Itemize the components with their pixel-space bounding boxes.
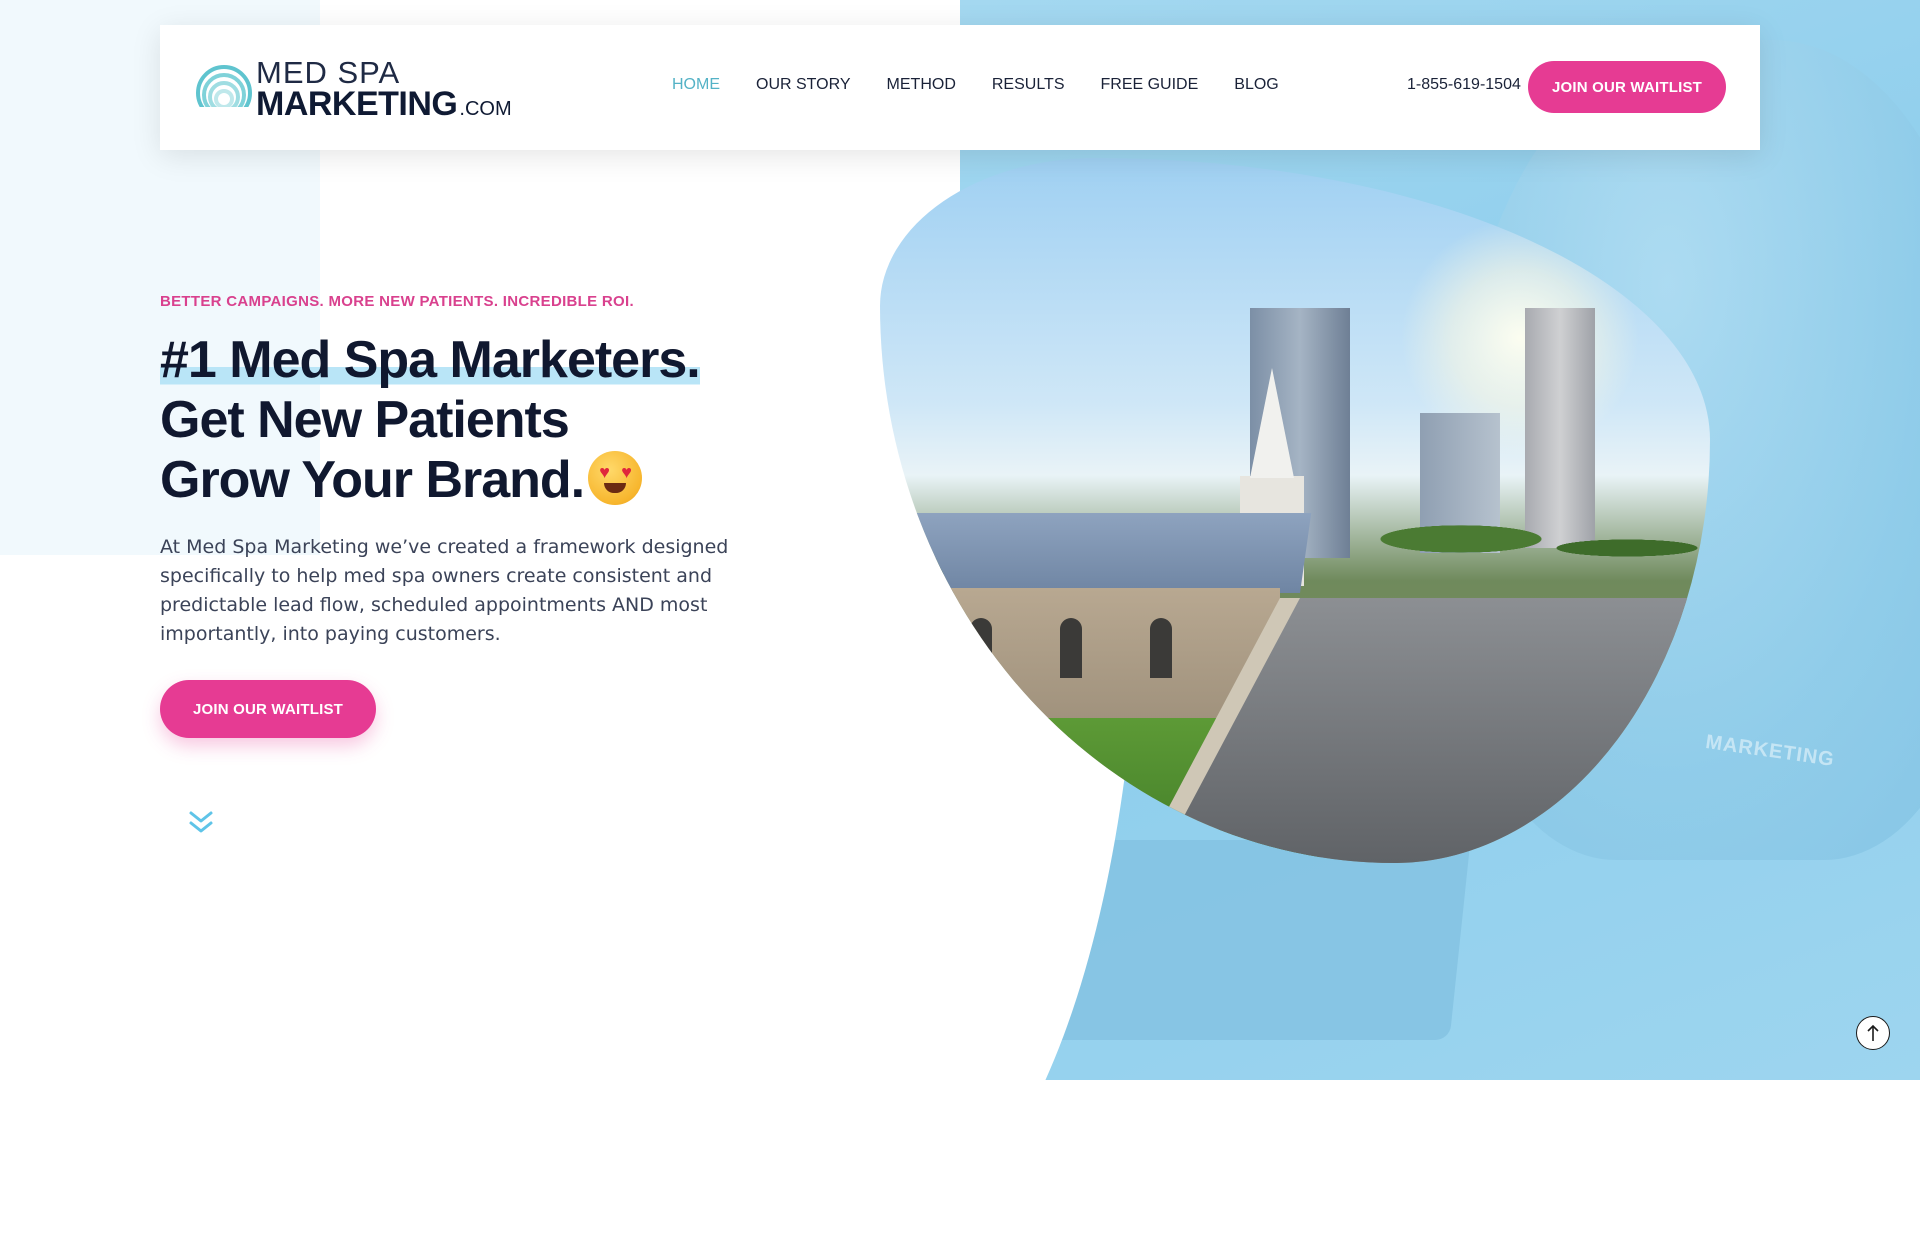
church-window [900, 618, 922, 678]
headline-line-2: Get New Patients [160, 391, 570, 449]
hero-description: At Med Spa Marketing we’ve created a fra… [160, 536, 729, 645]
church-window [1060, 618, 1082, 678]
hero-tagline: BETTER CAMPAIGNS. MORE NEW PATIENTS. INC… [160, 293, 634, 310]
city-aerial-image [880, 158, 1710, 863]
double-chevron-down-icon[interactable] [186, 808, 216, 838]
headline-line-3: Grow Your Brand. ♥ ♥ [160, 450, 700, 510]
logo-text-bottom: MARKETING .COM [256, 85, 512, 128]
nav-our-story[interactable]: OUR STORY [756, 75, 851, 95]
headline-line-3-text: Grow Your Brand. [160, 451, 585, 509]
arrow-up-icon [1867, 1024, 1879, 1041]
phone-link[interactable]: 1-855-619-1504 [1407, 76, 1521, 94]
heart-eyes-emoji-icon: ♥ ♥ [588, 451, 643, 505]
header-join-waitlist-button[interactable]: JOIN OUR WAITLIST [1528, 61, 1726, 113]
church-window [970, 618, 992, 678]
hero-join-waitlist-button[interactable]: JOIN OUR WAITLIST [160, 680, 376, 738]
logo-text-suffix: .COM [459, 98, 512, 120]
main-nav: HOME OUR STORY METHOD RESULTS FREE GUIDE… [672, 75, 1315, 95]
nav-method[interactable]: METHOD [887, 75, 956, 95]
nav-home[interactable]: HOME [672, 75, 720, 95]
emoji-heart-eye: ♥ [621, 462, 632, 482]
logo-text-main: MARKETING [256, 85, 458, 123]
site-logo[interactable]: MED SPA MARKETING .COM [196, 57, 516, 123]
emoji-heart-eye: ♥ [599, 462, 610, 482]
emoji-mouth [604, 483, 627, 493]
church-window [1150, 618, 1172, 678]
hero-headline: #1 Med Spa Marketers. Get New Patients G… [160, 330, 701, 510]
nav-blog[interactable]: BLOG [1234, 75, 1278, 95]
headline-highlight: #1 Med Spa Marketers. [160, 331, 701, 389]
church-roof [880, 513, 1312, 593]
nav-free-guide[interactable]: FREE GUIDE [1100, 75, 1198, 95]
scroll-to-top-button[interactable] [1856, 1016, 1890, 1050]
headline-line-1: #1 Med Spa Marketers. [160, 330, 701, 390]
church-steeple [1250, 368, 1294, 478]
nav-results[interactable]: RESULTS [992, 75, 1065, 95]
rainbow-arc-icon [196, 65, 252, 119]
site-header: MED SPA MARKETING .COM HOME OUR STORY MET… [160, 25, 1760, 150]
hero-video-blob [880, 158, 1710, 863]
